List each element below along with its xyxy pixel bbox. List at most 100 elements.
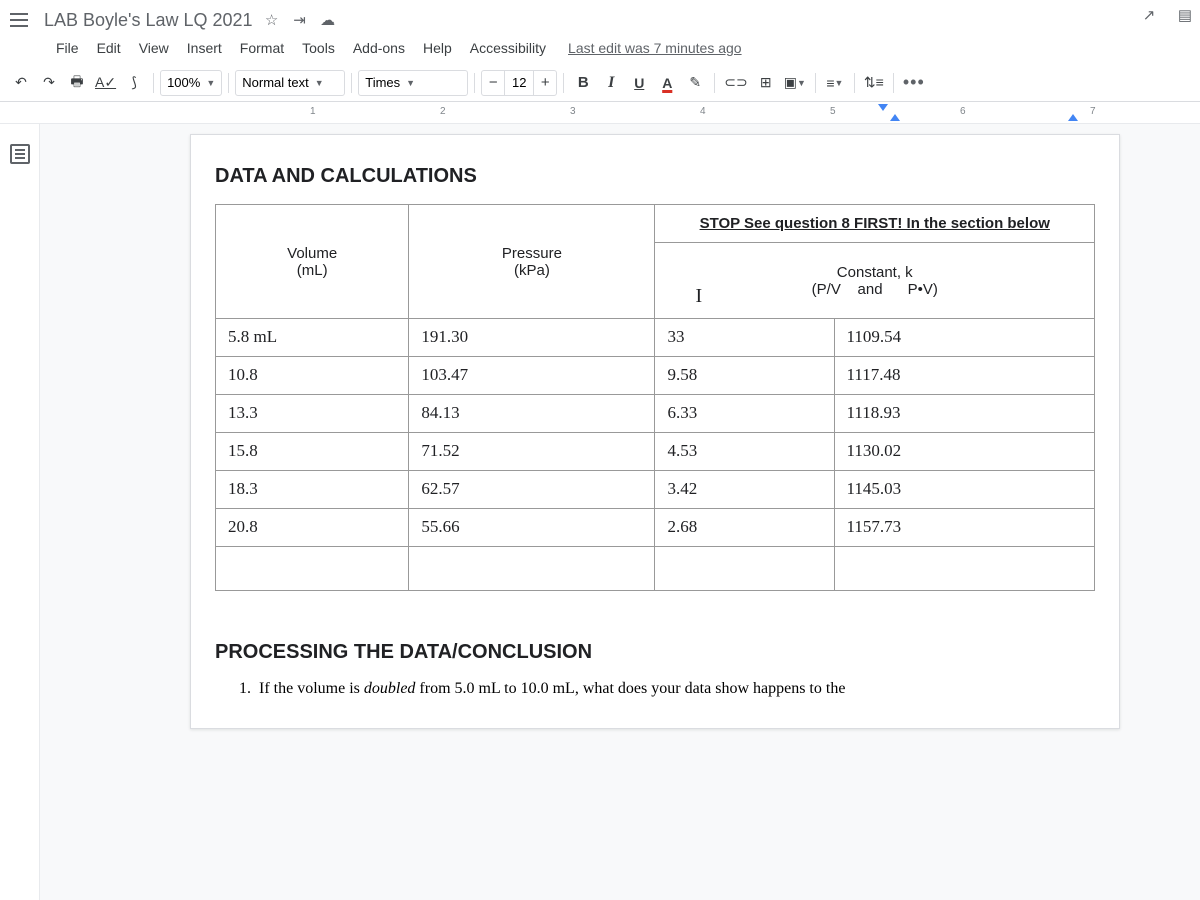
zoom-value: 100% [167,75,200,90]
table-row[interactable]: 20.855.662.681157.73 [216,509,1095,547]
increase-font-button[interactable]: + [534,74,556,91]
add-comment-button[interactable]: ⊞ [753,70,779,96]
table-cell[interactable]: 6.33 [655,395,834,433]
ruler-indent-marker[interactable] [878,104,888,111]
bold-button[interactable]: B [570,70,596,96]
table-cell[interactable]: 1130.02 [834,433,1094,471]
title-icons: ☆ ⇥ ☁ [263,11,337,29]
menu-tools[interactable]: Tools [294,36,343,60]
table-cell[interactable] [655,547,834,591]
outline-icon[interactable] [10,144,30,164]
undo-button[interactable]: ↶ [8,70,34,96]
underline-button[interactable]: U [626,70,652,96]
separator [854,73,855,93]
move-folder-icon[interactable]: ⇥ [291,11,309,29]
last-edit-link[interactable]: Last edit was 7 minutes ago [568,40,742,56]
decrease-font-button[interactable]: − [482,74,504,91]
table-cell[interactable]: 1117.48 [834,357,1094,395]
ruler-indent-marker[interactable] [890,114,900,121]
table-header-text: Constant, k [837,264,913,281]
table-header-volume: Volume (mL) [216,205,409,319]
table-cell[interactable]: 9.58 [655,357,834,395]
menu-file[interactable]: File [48,36,87,60]
table-cell[interactable]: 103.47 [409,357,655,395]
menu-icon[interactable] [10,8,34,32]
spellcheck-button[interactable]: A✓ [92,70,119,96]
font-size-stepper[interactable]: − + [481,70,557,96]
table-cell[interactable]: 191.30 [409,319,655,357]
italic-button[interactable]: I [598,70,624,96]
table-row[interactable]: 15.871.524.531130.02 [216,433,1095,471]
question-text: 1. If the volume is doubled from 5.0 mL … [215,680,1095,698]
table-cell[interactable]: 10.8 [216,357,409,395]
header: LAB Boyle's Law LQ 2021 ☆ ⇥ ☁ [0,0,1200,36]
cloud-icon[interactable]: ☁ [319,11,337,29]
table-cell[interactable]: 13.3 [216,395,409,433]
menu-help[interactable]: Help [415,36,460,60]
font-size-input[interactable] [504,71,534,95]
table-row[interactable]: 10.8103.479.581117.48 [216,357,1095,395]
table-header-stop: STOP See question 8 FIRST! In the sectio… [655,205,1095,243]
table-cell[interactable]: 1145.03 [834,471,1094,509]
insert-image-button[interactable]: ▣▼ [781,70,809,96]
table-cell[interactable] [409,547,655,591]
table-header-text: (mL) [297,262,328,279]
more-button[interactable]: ••• [900,70,928,96]
redo-button[interactable]: ↷ [36,70,62,96]
clipboard-icon: ▤ [1176,6,1194,24]
highlight-button[interactable]: ✎ [682,70,708,96]
ruler-inner: 1 2 3 4 5 6 7 [190,102,1170,123]
menu-accessibility[interactable]: Accessibility [462,36,554,60]
style-value: Normal text [242,75,308,90]
ruler-tick-label: 4 [700,106,706,117]
print-button[interactable]: 🖶 [64,70,90,96]
paint-format-button[interactable]: ⟆ [121,70,147,96]
table-cell[interactable]: 15.8 [216,433,409,471]
font-select[interactable]: Times ▼ [358,70,468,96]
ruler-tick-label: 3 [570,106,576,117]
table-cell[interactable]: 2.68 [655,509,834,547]
star-icon[interactable]: ☆ [263,11,281,29]
table-cell[interactable]: 55.66 [409,509,655,547]
data-table[interactable]: Volume (mL) Pressure (kPa) STOP See ques… [215,204,1095,591]
menu-view[interactable]: View [131,36,177,60]
menu-bar: File Edit View Insert Format Tools Add-o… [0,36,1200,64]
table-row[interactable] [216,547,1095,591]
table-row[interactable]: 13.384.136.331118.93 [216,395,1095,433]
table-header-text: and [858,281,883,298]
table-cell[interactable]: 33 [655,319,834,357]
table-cell[interactable]: 18.3 [216,471,409,509]
table-cell[interactable] [834,547,1094,591]
style-select[interactable]: Normal text ▼ [235,70,345,96]
page[interactable]: DATA AND CALCULATIONS Volume (mL) Pressu… [190,134,1120,729]
separator [815,73,816,93]
table-cell[interactable]: 1157.73 [834,509,1094,547]
table-cell[interactable] [216,547,409,591]
table-cell[interactable]: 62.57 [409,471,655,509]
table-row[interactable]: 5.8 mL191.30331109.54 [216,319,1095,357]
menu-insert[interactable]: Insert [179,36,230,60]
question-fragment: If the volume is [259,680,364,697]
menu-addons[interactable]: Add-ons [345,36,413,60]
ruler-right-marker[interactable] [1068,114,1078,121]
text-color-button[interactable]: A [654,70,680,96]
table-row[interactable]: 18.362.573.421145.03 [216,471,1095,509]
table-cell[interactable]: 20.8 [216,509,409,547]
table-cell[interactable]: 5.8 mL [216,319,409,357]
chevron-down-icon: ▼ [315,78,324,88]
table-cell[interactable]: 1118.93 [834,395,1094,433]
table-cell[interactable]: 3.42 [655,471,834,509]
ruler[interactable]: 1 2 3 4 5 6 7 [0,102,1200,124]
zoom-select[interactable]: 100% ▼ [160,70,222,96]
menu-edit[interactable]: Edit [89,36,129,60]
align-button[interactable]: ≡▼ [822,70,848,96]
question-emphasis: doubled [364,680,416,697]
line-spacing-button[interactable]: ⇅≡ [861,70,887,96]
table-cell[interactable]: 1109.54 [834,319,1094,357]
table-cell[interactable]: 84.13 [409,395,655,433]
insert-link-button[interactable]: ⊂⊃ [721,70,750,96]
document-title[interactable]: LAB Boyle's Law LQ 2021 [44,10,253,31]
menu-format[interactable]: Format [232,36,292,60]
table-cell[interactable]: 4.53 [655,433,834,471]
table-cell[interactable]: 71.52 [409,433,655,471]
